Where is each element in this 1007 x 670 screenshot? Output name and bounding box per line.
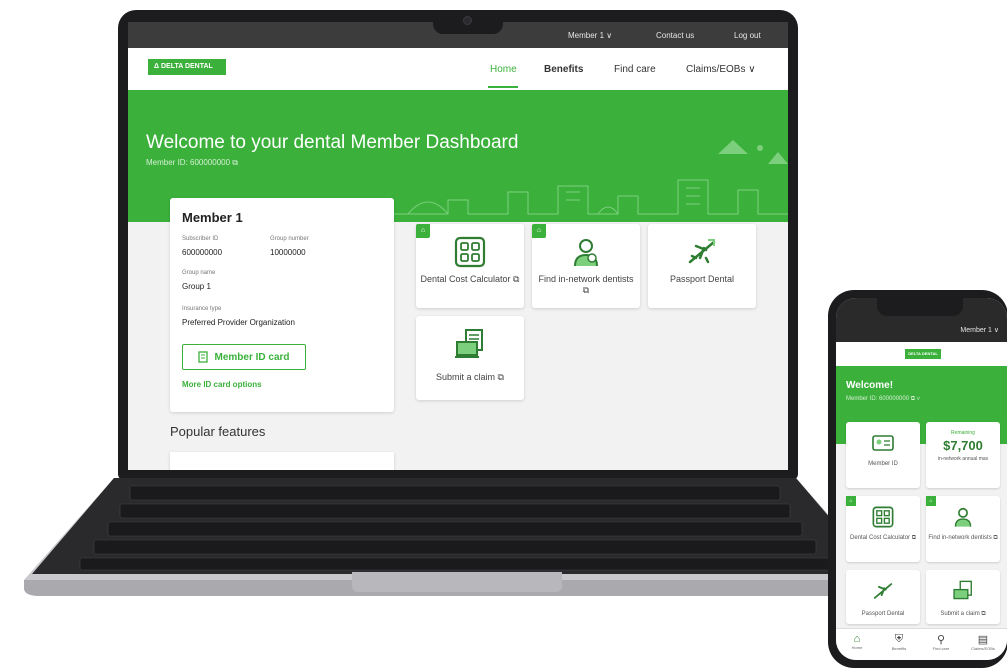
touchpad (352, 572, 562, 592)
nav-find-care[interactable]: Find care (614, 64, 656, 75)
calculator-label: Dental Cost Calculator ⧉ (420, 274, 520, 284)
hero-member-id[interactable]: Member ID: 600000000 ⧉ (146, 158, 238, 168)
subscriber-id-value: 600000000 (182, 248, 223, 257)
bottom-nav-find-care[interactable]: ⚲ Find care (924, 633, 958, 651)
brand-logo[interactable]: Δ DELTA DENTAL (148, 59, 226, 75)
phone-submit-claim-tile[interactable]: Submit a claim ⧉ (926, 570, 1000, 624)
popular-features-heading: Popular features (170, 424, 266, 439)
remaining-amount: $7,700 (943, 438, 983, 453)
member-menu[interactable]: Member 1 ∨ (568, 31, 612, 40)
submit-claim-tile[interactable]: Submit a claim ⧉ (416, 316, 524, 400)
bottom-nav-home-label: Home (851, 645, 863, 650)
bottom-nav-benefits-label: Benefits (891, 646, 907, 651)
remaining-note: in-network annual max (937, 456, 989, 462)
group-number-label: Group number (270, 236, 309, 242)
phone-member-menu[interactable]: Member 1 ∨ (960, 326, 999, 334)
claim-document-icon (953, 580, 972, 600)
insurance-type-value: Preferred Provider Organization (182, 318, 295, 327)
bottom-nav-claims[interactable]: ▤ Claims/EOBs (966, 633, 1000, 651)
member-id-card-button[interactable]: Member ID card (182, 344, 306, 370)
lock-icon: ⌂ (532, 224, 546, 238)
phone-find-dentists-label: Find in-network dentists ⧉ (928, 535, 998, 541)
phone-welcome: Welcome! (846, 380, 894, 391)
id-card-icon (198, 351, 209, 363)
group-name-label: Group name (182, 270, 216, 276)
home-icon: ⌂ (853, 633, 861, 645)
passport-dental-label: Passport Dental (669, 274, 735, 284)
passport-dental-tile[interactable]: Passport Dental (648, 224, 756, 308)
phone-member-id[interactable]: Member ID: 600000000 ⧉ ∨ (846, 396, 920, 403)
phone-nav: DELTA DENTAL (836, 342, 1007, 366)
nav-active-indicator (488, 86, 518, 88)
shield-icon: ⛨ (894, 633, 904, 645)
claim-document-icon (455, 329, 483, 358)
remaining-label: Remaining (951, 430, 975, 436)
phone-calculator-label: Dental Cost Calculator ⧉ (850, 535, 916, 541)
phone-find-dentists-tile[interactable]: ⌂ Find in-network dentists ⧉ (926, 496, 1000, 562)
laptop-screen: Member 1 ∨ Contact us Log out Δ DELTA DE… (128, 22, 788, 470)
submit-claim-label: Submit a claim ⧉ (436, 372, 504, 382)
dental-cost-calculator-tile[interactable]: ⌂ Dental Cost Calculator ⧉ (416, 224, 524, 308)
phone-bottom-nav: ⌂ Home ⛨ Benefits ⚲ Find care ▤ Claims/E… (836, 628, 1007, 660)
contact-us-link[interactable]: Contact us (656, 31, 694, 40)
phone-notch (877, 298, 963, 316)
phone-screen: Member 1 ∨ DELTA DENTAL Welcome! Member … (836, 298, 1007, 660)
more-id-card-options-link[interactable]: More ID card options (182, 380, 262, 389)
main-nav: Δ DELTA DENTAL Home Benefits Find care C… (128, 48, 788, 90)
phone-brand-logo[interactable]: DELTA DENTAL (905, 349, 941, 359)
find-dentists-label: Find in-network dentists ⧉ (538, 274, 634, 295)
popular-features-card (170, 452, 394, 470)
phone-member-id-label: Member ID (868, 461, 898, 467)
id-card-icon (872, 435, 894, 451)
bottom-nav-find-care-label: Find care (932, 646, 950, 651)
city-skyline-illustration (388, 140, 788, 215)
calculator-icon (872, 506, 894, 528)
camera-icon (463, 16, 472, 25)
phone-passport-tile[interactable]: Passport Dental (846, 570, 920, 624)
phone-calculator-tile[interactable]: ⌂ Dental Cost Calculator ⧉ (846, 496, 920, 562)
nav-home[interactable]: Home (490, 64, 517, 75)
airplane-icon (688, 239, 716, 264)
nav-benefits[interactable]: Benefits (544, 64, 583, 75)
lock-icon: ⌂ (416, 224, 430, 238)
calculator-icon (454, 236, 486, 268)
lock-icon: ⌂ (926, 496, 936, 506)
nav-claims[interactable]: Claims/EOBs ∨ (686, 64, 756, 75)
lock-icon: ⌂ (846, 496, 856, 506)
find-dentists-tile[interactable]: ⌂ Find in-network dentists ⧉ (532, 224, 640, 308)
document-icon: ▤ (977, 634, 989, 646)
airplane-icon (873, 583, 893, 599)
bottom-nav-home[interactable]: ⌂ Home (840, 633, 874, 650)
group-name-value: Group 1 (182, 282, 211, 291)
subscriber-id-label: Subscriber ID (182, 236, 219, 242)
group-number-value: 10000000 (270, 248, 306, 257)
logout-link[interactable]: Log out (734, 31, 761, 40)
insurance-type-label: Insurance type (182, 306, 222, 312)
member-info-card: Member 1 Subscriber ID 600000000 Group n… (170, 198, 394, 412)
dentist-icon (574, 239, 598, 267)
dentist-icon (954, 507, 972, 527)
member-id-card-label: Member ID card (214, 351, 290, 363)
phone-remaining-tile[interactable]: Remaining $7,700 in-network annual max (926, 422, 1000, 488)
member-name: Member 1 (182, 210, 243, 225)
search-icon: ⚲ (936, 634, 946, 646)
phone-member-id-tile[interactable]: Member ID (846, 422, 920, 488)
bottom-nav-claims-label: Claims/EOBs (971, 646, 995, 651)
bottom-nav-benefits[interactable]: ⛨ Benefits (882, 633, 916, 651)
phone-passport-label: Passport Dental (861, 611, 905, 617)
phone-submit-claim-label: Submit a claim ⧉ (940, 611, 986, 617)
